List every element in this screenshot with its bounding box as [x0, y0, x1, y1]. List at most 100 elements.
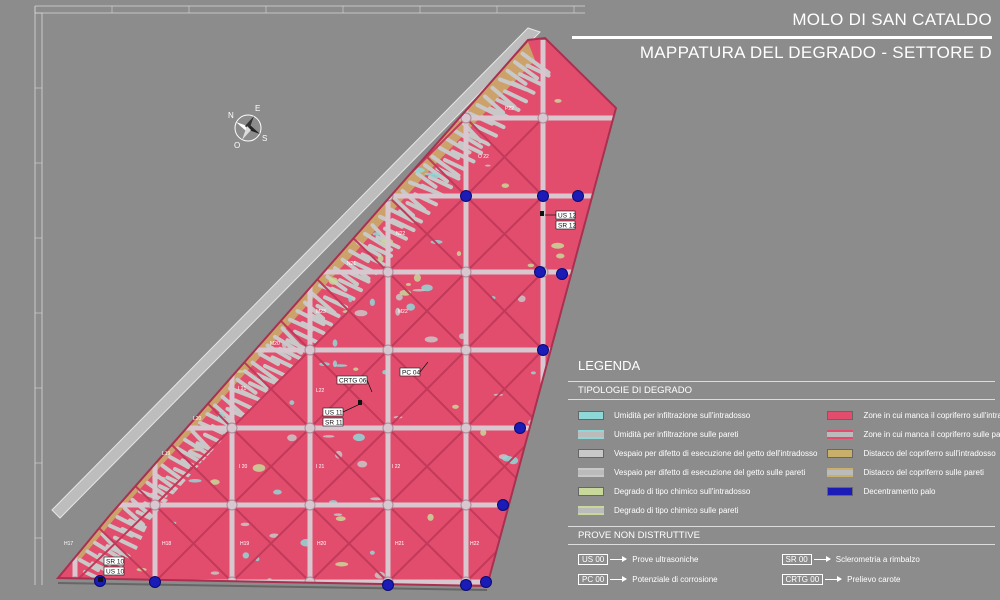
legend-prove-grid: US 00 Prove ultrasoniche SR 00 Sclerometria…	[568, 545, 995, 593]
legend-label: Degrado di tipo chimico sull'intradosso	[614, 487, 751, 496]
legend-col-left: Umidità per infiltrazione sull'intradoss…	[578, 406, 817, 520]
legend-swatch	[578, 411, 604, 420]
svg-text:SR 11: SR 11	[325, 420, 343, 427]
arrow-right-icon	[610, 555, 628, 562]
arrow-right-icon	[813, 555, 831, 562]
legend-item: Decentramento palo	[827, 482, 1000, 501]
svg-text:SR 10: SR 10	[106, 559, 124, 566]
prova-label: Sclerometria a rimbalzo	[835, 554, 920, 564]
legend-label: Distacco del copriferro sull'intradosso	[863, 449, 996, 458]
svg-text:L20: L20	[193, 416, 202, 422]
compass-e: E	[255, 104, 260, 113]
svg-text:N21: N21	[347, 261, 356, 267]
title-rule	[572, 36, 992, 39]
tag-sr11: SR 11	[322, 417, 344, 427]
svg-text:O 22: O 22	[478, 154, 489, 160]
arrow-right-icon	[610, 575, 628, 582]
prova-label: Prelievo carote	[847, 574, 901, 584]
svg-text:I 20: I 20	[239, 464, 248, 470]
svg-text:L21: L21	[238, 386, 247, 392]
svg-text:PC 04: PC 04	[402, 370, 420, 377]
legend-label: Distacco del copriferro sulle pareti	[863, 468, 984, 477]
legend-item: Vespaio per difetto di esecuzione del ge…	[578, 463, 817, 482]
prova-item: CRTG 00 Prelievo carote	[781, 571, 986, 587]
prova-code: PC 00	[578, 573, 609, 585]
drawing-subtitle: MAPPATURA DEL DEGRADO - SETTORE D	[639, 43, 992, 62]
svg-text:M22: M22	[398, 309, 408, 315]
legend-swatch	[578, 468, 604, 477]
tag-sr10: SR 10	[103, 556, 124, 566]
svg-text:M20: M20	[270, 341, 280, 347]
svg-text:H17: H17	[64, 541, 73, 547]
title-block: MOLO DI SAN CATALDO MAPPATURA DEL DEGRAD…	[572, 10, 992, 63]
svg-text:I 22: I 22	[392, 464, 401, 470]
legend: LEGENDA TIPOLOGIE DI DEGRADO Umidità per…	[568, 358, 1000, 593]
svg-text:H18: H18	[162, 541, 171, 547]
legend-label: Zone in cui manca il copriferro sull'int…	[863, 411, 1000, 420]
legend-label: Decentramento palo	[863, 487, 936, 496]
legend-item: Umidità per infiltrazione sulle pareti	[578, 425, 817, 444]
svg-text:H20: H20	[317, 541, 326, 547]
legend-item: Degrado di tipo chimico sulle pareti	[578, 501, 817, 520]
tag-us11: US 11	[322, 407, 344, 417]
pier-body	[58, 38, 616, 586]
svg-text:US 10: US 10	[106, 569, 124, 576]
prova-code: SR 00	[781, 553, 812, 565]
legend-label: Umidità per infiltrazione sulle pareti	[614, 430, 739, 439]
legend-swatch	[827, 468, 854, 477]
compass-rose-icon: N E S O	[228, 104, 267, 150]
svg-text:CRTG 06: CRTG 06	[339, 378, 367, 385]
prova-label: Prove ultrasoniche	[632, 554, 699, 564]
tag-crtg06: CRTG 06	[336, 375, 368, 385]
legend-item: Umidità per infiltrazione sull'intradoss…	[578, 406, 817, 425]
prova-item: US 00 Prove ultrasoniche	[578, 551, 782, 567]
svg-text:I 21: I 21	[316, 464, 325, 470]
legend-title: LEGENDA	[578, 358, 641, 373]
compass-n: N	[228, 111, 234, 120]
legend-swatch	[578, 487, 604, 496]
compass-o: O	[234, 141, 240, 150]
svg-text:P22: P22	[505, 106, 514, 112]
tag-us10: US 10	[103, 566, 124, 576]
svg-text:H22: H22	[470, 541, 479, 547]
project-title: MOLO DI SAN CATALDO	[792, 10, 992, 29]
legend-item: Vespaio per difetto di esecuzione del ge…	[578, 444, 817, 463]
svg-text:H19: H19	[240, 541, 249, 547]
prova-label: Potenziale di corrosione	[632, 574, 718, 584]
svg-text:US 12: US 12	[558, 213, 576, 220]
legend-swatch	[827, 449, 854, 458]
legend-swatch	[827, 411, 854, 420]
tag-sr12: SR 12	[555, 220, 576, 230]
prova-item: SR 00 Sclerometria a rimbalzo	[781, 551, 986, 567]
svg-text:H21: H21	[395, 541, 404, 547]
svg-text:L19: L19	[162, 451, 171, 457]
prova-item: PC 00 Potenziale di corrosione	[578, 571, 782, 587]
prova-code: US 00	[578, 553, 609, 565]
tag-us12: US 12	[555, 210, 576, 220]
legend-swatch	[578, 506, 604, 515]
legend-label: Umidità per infiltrazione sull'intradoss…	[614, 411, 751, 420]
legend-label: Zone in cui manca il copriferro sulle pa…	[863, 430, 1000, 439]
legend-section-prove: PROVE NON DISTRUTTIVE	[568, 526, 995, 545]
legend-col-right: Zone in cui manca il copriferro sull'int…	[827, 406, 1000, 520]
svg-text:M23: M23	[316, 309, 326, 315]
tag-pc04: PC 04	[399, 367, 420, 377]
legend-degrado-grid: Umidità per infiltrazione sull'intradoss…	[568, 400, 1000, 526]
legend-swatch	[827, 430, 854, 439]
legend-label: Vespaio per difetto di esecuzione del ge…	[614, 468, 806, 477]
legend-section-degrado: TIPOLOGIE DI DEGRADO	[568, 381, 995, 400]
svg-text:L22: L22	[316, 388, 325, 394]
prova-code: CRTG 00	[781, 573, 824, 585]
svg-text:US 11: US 11	[325, 410, 343, 417]
arrow-right-icon	[825, 575, 843, 582]
legend-item: Distacco del copriferro sull'intradosso	[827, 444, 1000, 463]
svg-text:N22: N22	[396, 231, 405, 237]
legend-swatch	[827, 487, 854, 496]
legend-swatch	[578, 449, 604, 458]
legend-swatch	[578, 430, 604, 439]
legend-label: Degrado di tipo chimico sulle pareti	[614, 506, 739, 515]
legend-item: Zone in cui manca il copriferro sull'int…	[827, 406, 1000, 425]
legend-item: Distacco del copriferro sulle pareti	[827, 463, 1000, 482]
legend-item: Degrado di tipo chimico sull'intradosso	[578, 482, 817, 501]
legend-label: Vespaio per difetto di esecuzione del ge…	[614, 449, 818, 458]
